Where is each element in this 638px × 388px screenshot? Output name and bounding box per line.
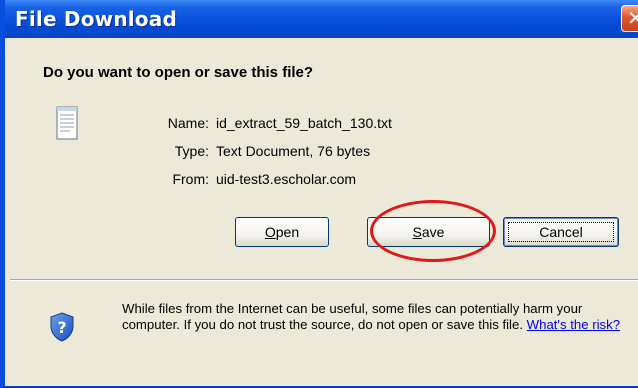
close-icon: ✕ — [627, 6, 638, 30]
save-highlight-circle — [370, 200, 496, 262]
text-document-icon — [56, 106, 78, 140]
from-label: From: — [172, 171, 209, 187]
from-value: uid-test3.escholar.com — [216, 171, 357, 187]
close-button[interactable]: ✕ — [621, 5, 638, 32]
divider-highlight — [10, 280, 638, 281]
warning-text: While files from the Internet can be use… — [122, 301, 583, 332]
svg-text:?: ? — [57, 318, 66, 337]
open-button[interactable]: Open — [235, 217, 329, 247]
title-bar[interactable]: File Download — [5, 0, 638, 38]
name-label: Name: — [167, 115, 209, 131]
type-label: Type: — [174, 143, 209, 159]
name-label-cell: Name: — [125, 115, 209, 133]
whats-the-risk-link[interactable]: What's the risk? — [527, 317, 620, 332]
shield-question-icon: ? — [50, 312, 74, 342]
name-value: id_extract_59_batch_130.txt — [216, 115, 392, 131]
focus-ring — [508, 222, 614, 242]
open-mnemonic: O — [264, 224, 276, 240]
file-download-dialog: File Download ✕ Do you want to open or s… — [0, 0, 638, 388]
cancel-button[interactable]: Cancel — [503, 217, 619, 247]
open-label-rest: pen — [275, 224, 300, 240]
type-label-cell: Type: — [125, 143, 209, 161]
security-warning: While files from the Internet can be use… — [122, 301, 632, 333]
type-value: Text Document, 76 bytes — [216, 143, 371, 159]
from-label-cell: From: — [125, 171, 209, 189]
dialog-question: Do you want to open or save this file? — [43, 64, 314, 81]
window-title: File Download — [15, 7, 177, 31]
